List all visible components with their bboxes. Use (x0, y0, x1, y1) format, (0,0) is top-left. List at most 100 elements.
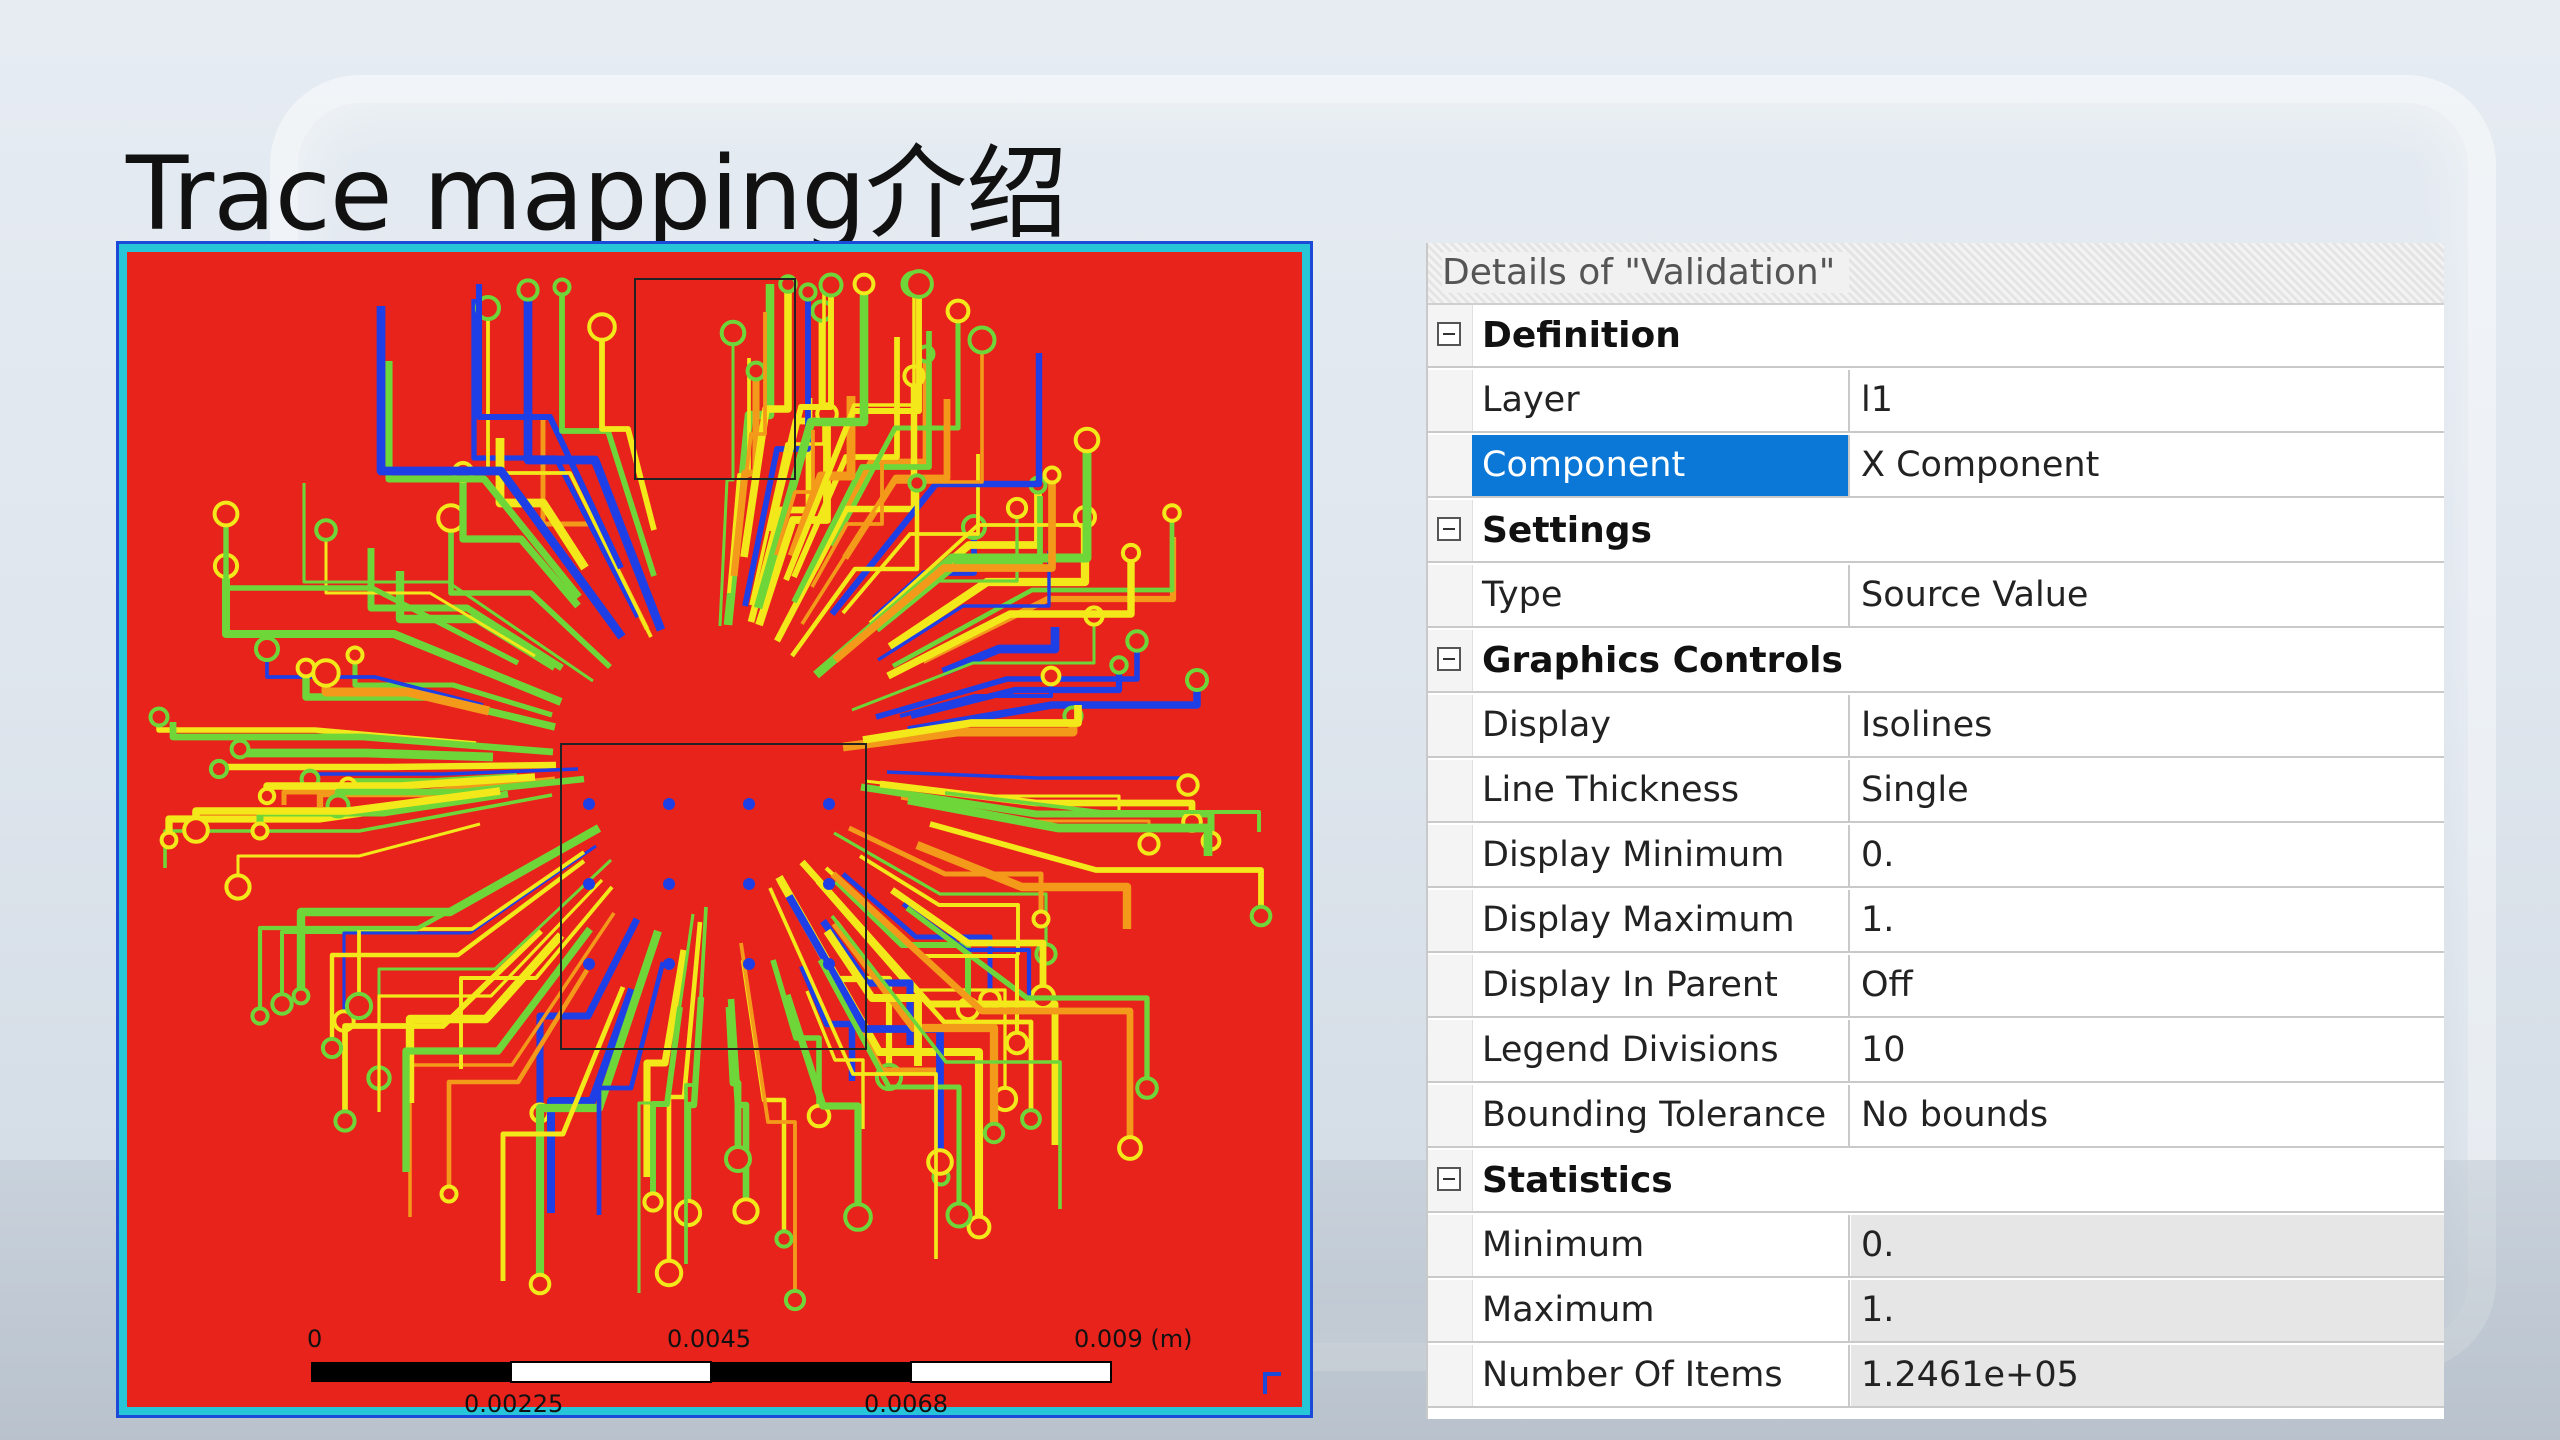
via-pad (654, 1258, 684, 1288)
via-pad (587, 312, 617, 342)
prop-row-maximum[interactable]: Maximum 1. (1428, 1280, 2444, 1343)
group-row-statistics[interactable]: Statistics (1428, 1150, 2444, 1213)
prop-row-display-in-parent[interactable]: Display In Parent Off (1428, 955, 2444, 1018)
via-pad (1031, 909, 1051, 929)
trace (215, 761, 557, 771)
prop-row-layer[interactable]: Layer l1 (1428, 370, 2444, 433)
via-pad (719, 319, 747, 347)
row-gutter (1428, 1280, 1473, 1341)
via-pad (843, 1202, 873, 1232)
prop-value[interactable]: Single (1851, 760, 2444, 821)
via-pad (528, 1272, 552, 1296)
via-dot (663, 798, 675, 810)
prop-value[interactable]: 10 (1851, 1020, 2444, 1081)
via-pad (745, 360, 767, 382)
group-label: Definition (1482, 315, 1681, 356)
via-pad (783, 1288, 807, 1312)
via-pad (1120, 542, 1142, 564)
row-gutter (1428, 760, 1473, 821)
prop-row-display[interactable]: Display Isolines (1428, 695, 2444, 758)
prop-row-display-maximum[interactable]: Display Maximum 1. (1428, 890, 2444, 953)
prop-name[interactable]: Legend Divisions (1472, 1020, 1850, 1081)
prop-row-number-of-items[interactable]: Number Of Items 1.2461e+05 (1428, 1345, 2444, 1408)
collapse-icon[interactable] (1437, 1167, 1461, 1191)
prop-name[interactable]: Display In Parent (1472, 955, 1850, 1016)
via-pad (673, 1198, 703, 1228)
group-label: Graphics Controls (1482, 640, 1843, 681)
prop-name[interactable]: Layer (1472, 370, 1850, 431)
row-gutter (1428, 1085, 1473, 1146)
prop-name[interactable]: Display Maximum (1472, 890, 1850, 951)
via-pad (224, 873, 252, 901)
row-gutter (1428, 825, 1473, 886)
via-dot (743, 798, 755, 810)
prop-value[interactable]: 1. (1851, 890, 2444, 951)
prop-row-legend-divisions[interactable]: Legend Divisions 10 (1428, 1020, 2444, 1083)
row-gutter (1428, 1215, 1473, 1276)
via-pad (798, 282, 818, 302)
via-pad (945, 1201, 973, 1229)
via-pad (967, 325, 997, 355)
via-dot (743, 878, 755, 890)
prop-value[interactable]: No bounds (1851, 1085, 2444, 1146)
via-pad (1109, 655, 1129, 675)
via-pad (1040, 665, 1062, 687)
via-pad (1042, 465, 1062, 485)
prop-name[interactable]: Bounding Tolerance (1472, 1085, 1850, 1146)
prop-value: 1. (1851, 1280, 2444, 1341)
group-row-graphics-controls[interactable]: Graphics Controls (1428, 630, 2444, 693)
prop-name[interactable]: Component (1472, 435, 1850, 496)
collapse-icon[interactable] (1437, 322, 1461, 346)
via-dot (823, 958, 835, 970)
prop-value[interactable]: Isolines (1851, 695, 2444, 756)
prop-name[interactable]: Type (1472, 565, 1850, 626)
row-gutter (1428, 955, 1473, 1016)
prop-row-minimum[interactable]: Minimum 0. (1428, 1215, 2444, 1278)
details-panel: Details of "Validation" Definition Layer l… (1426, 243, 2444, 1419)
via-pad (208, 758, 230, 780)
group-row-definition[interactable]: Definition (1428, 305, 2444, 368)
prop-row-display-minimum[interactable]: Display Minimum 0. (1428, 825, 2444, 888)
via-dot (583, 798, 595, 810)
group-row-settings[interactable]: Settings (1428, 500, 2444, 563)
prop-row-type[interactable]: Type Source Value (1428, 565, 2444, 628)
via-pad (345, 645, 365, 665)
row-gutter (1428, 435, 1473, 496)
via-pad (291, 986, 311, 1006)
prop-value[interactable]: 0. (1851, 825, 2444, 886)
prop-name[interactable]: Display (1472, 695, 1850, 756)
scale-label-1: 0.0045 (667, 1325, 751, 1353)
collapse-icon[interactable] (1437, 517, 1461, 541)
via-pad (552, 277, 572, 297)
via-pad (907, 473, 927, 493)
via-pad (945, 298, 971, 324)
via-pad (320, 1036, 344, 1060)
via-dot (663, 958, 675, 970)
pcb-trace-map-view[interactable]: 0 0.0045 0.009 (m) 0.00225 0.0068 (116, 241, 1313, 1418)
via-pad (250, 1006, 270, 1026)
prop-row-component[interactable]: Component X Component (1428, 435, 2444, 498)
scale-label-4: 0.0068 (864, 1390, 948, 1415)
via-pad (852, 272, 876, 296)
collapse-icon[interactable] (1437, 647, 1461, 671)
prop-name[interactable]: Minimum (1472, 1215, 1850, 1276)
row-gutter (1428, 890, 1473, 951)
row-gutter (1428, 370, 1473, 431)
scale-label-2: 0.009 (m) (1074, 1325, 1192, 1353)
prop-value[interactable]: Off (1851, 955, 2444, 1016)
prop-row-line-thickness[interactable]: Line Thickness Single (1428, 760, 2444, 823)
via-pad (774, 1229, 794, 1249)
prop-value[interactable]: X Component (1851, 435, 2444, 496)
via-dot (823, 798, 835, 810)
via-pad (1162, 503, 1182, 523)
prop-name[interactable]: Number Of Items (1472, 1345, 1850, 1406)
prop-value[interactable]: l1 (1851, 370, 2444, 431)
prop-value[interactable]: Source Value (1851, 565, 2444, 626)
prop-name[interactable]: Maximum (1472, 1280, 1850, 1341)
prop-value: 0. (1851, 1215, 2444, 1276)
prop-name[interactable]: Line Thickness (1472, 760, 1850, 821)
prop-row-bounding-tolerance[interactable]: Bounding Tolerance No bounds (1428, 1085, 2444, 1148)
via-pad (1005, 496, 1029, 520)
via-pad (344, 991, 374, 1021)
prop-name[interactable]: Display Minimum (1472, 825, 1850, 886)
